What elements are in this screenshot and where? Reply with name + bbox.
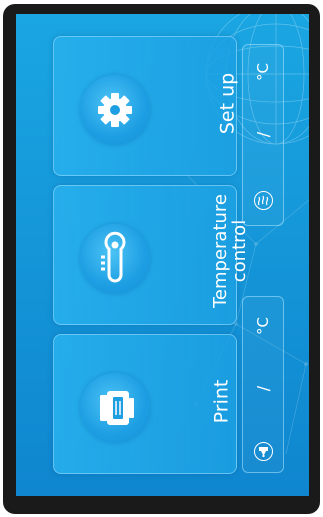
print-button[interactable]: Print <box>53 334 237 474</box>
nozzle-temp-unit: °C <box>254 317 272 335</box>
print-label: Print <box>210 379 233 424</box>
thermometer-icon-badge <box>80 224 150 294</box>
setup-label: Set up <box>216 72 239 135</box>
thermometer-icon <box>101 231 126 283</box>
setup-button[interactable]: Set up <box>53 36 239 176</box>
printer-icon <box>100 391 134 425</box>
nozzle-icon <box>254 442 273 461</box>
chamber-temp-unit: °C <box>254 63 272 81</box>
gear-icon <box>98 93 132 127</box>
status-strip-chamber: °C / <box>242 44 284 226</box>
temperature-control-button[interactable]: Temperature control <box>53 185 250 325</box>
nozzle-temp-separator: / <box>253 385 273 392</box>
gear-icon-badge <box>80 75 150 145</box>
printer-icon-badge <box>80 373 150 443</box>
touch-screen: Set up Temperature control Print °C / °C… <box>16 14 309 496</box>
status-strip-nozzle: °C / <box>242 296 284 473</box>
heater-icon <box>254 191 273 210</box>
chamber-temp-separator: / <box>253 131 273 138</box>
